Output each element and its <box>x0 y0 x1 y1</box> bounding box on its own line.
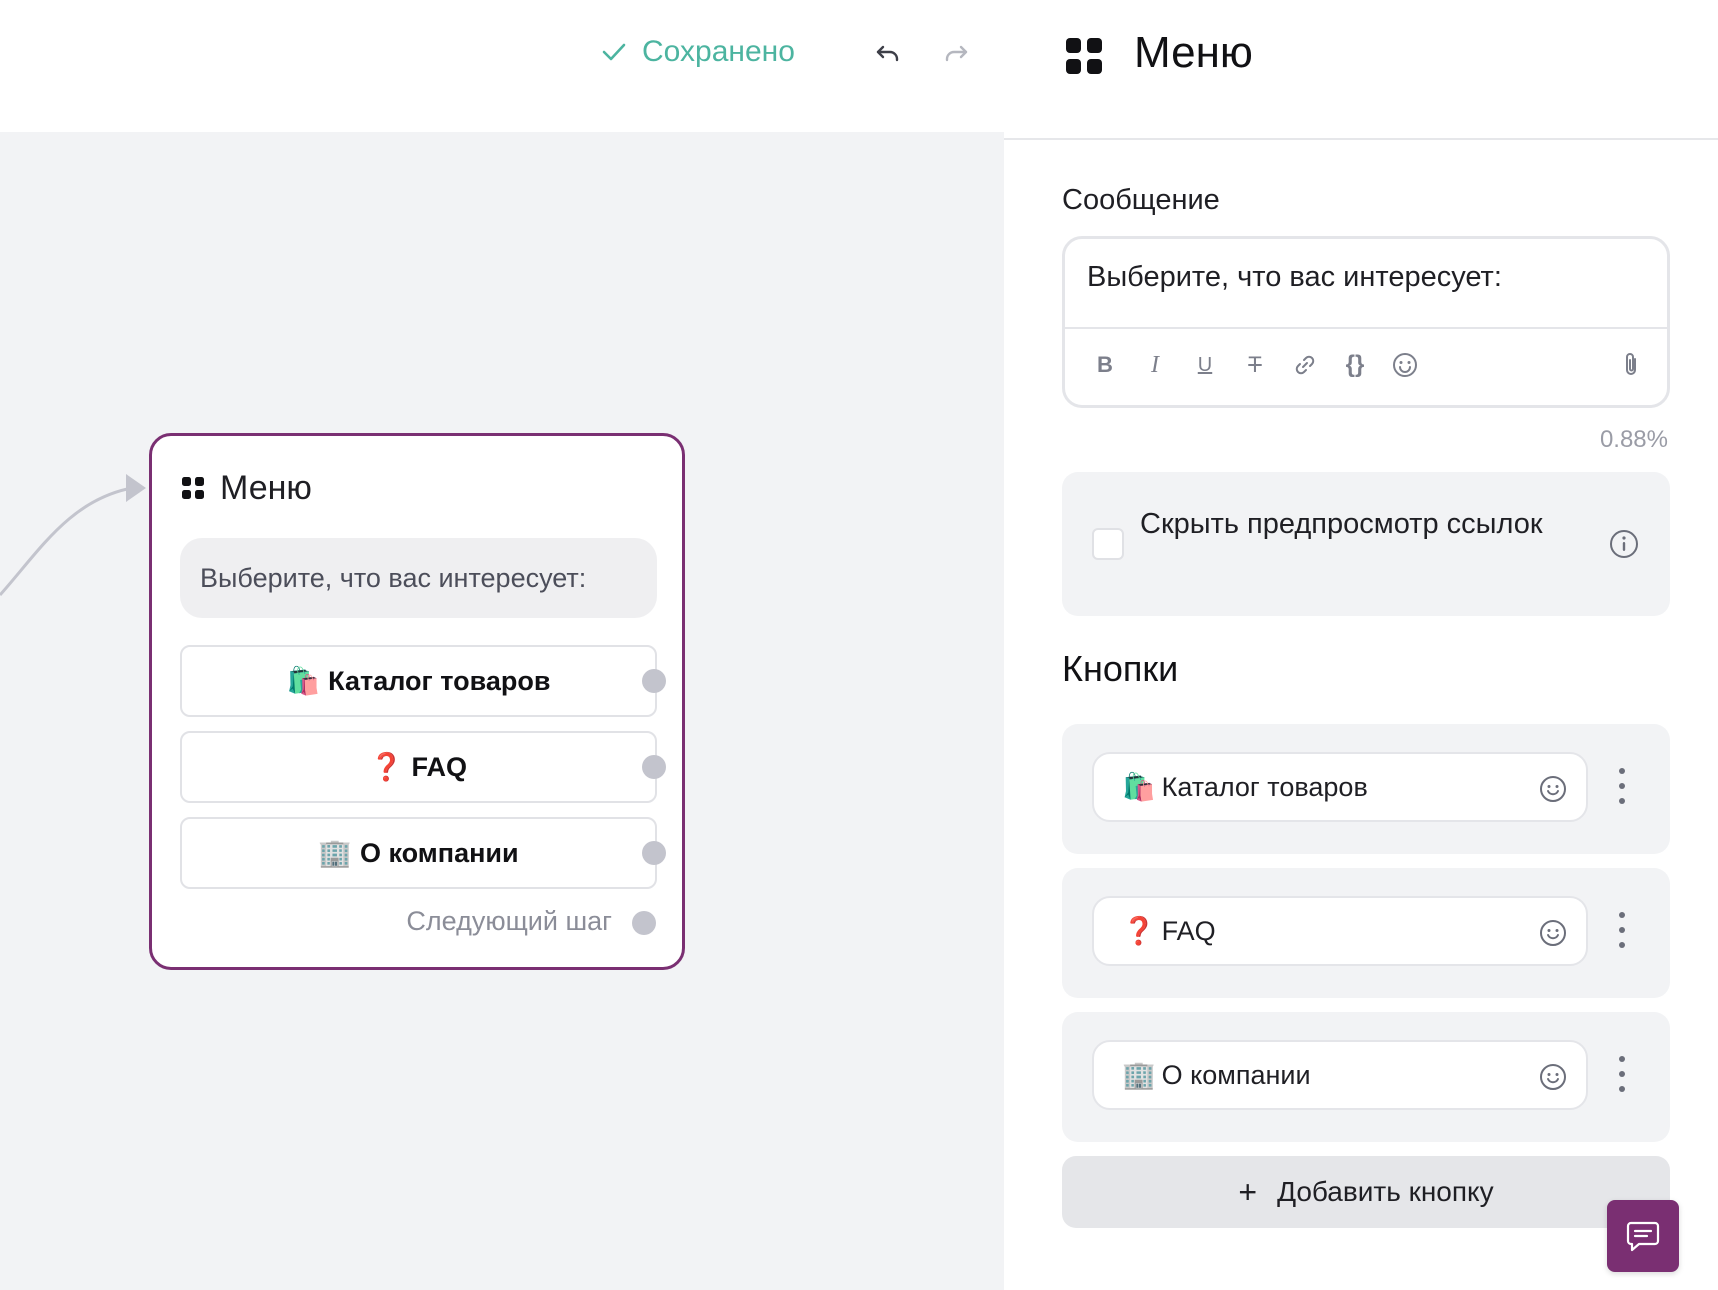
button-config-card: ❓ FAQ <box>1062 868 1670 998</box>
strikethrough-button[interactable]: T <box>1237 347 1273 383</box>
more-options-icon[interactable] <box>1612 912 1632 948</box>
node-button-faq[interactable]: ❓ FAQ <box>180 731 657 803</box>
emoji-button[interactable] <box>1387 347 1423 383</box>
output-port[interactable] <box>642 669 666 693</box>
node-button-about[interactable]: 🏢 О компании <box>180 817 657 889</box>
emoji-icon[interactable] <box>1538 918 1568 948</box>
menu-node[interactable]: Меню Выберите, что вас интересует: 🛍️ Ка… <box>149 433 685 970</box>
variable-button[interactable]: {} <box>1337 347 1373 383</box>
question-mark-icon: ❓ <box>369 752 404 782</box>
node-header: Меню <box>182 466 312 510</box>
node-button-label: FAQ <box>411 751 468 782</box>
node-title: Меню <box>220 468 312 507</box>
grid-icon <box>1066 38 1102 74</box>
office-building-icon: 🏢 <box>1122 1060 1156 1090</box>
node-button-label: Каталог товаров <box>328 665 551 696</box>
message-text[interactable]: Выберите, что вас интересует: <box>1087 261 1502 294</box>
question-mark-icon: ❓ <box>1122 916 1156 946</box>
settings-panel: Меню Сообщение Выберите, что вас интерес… <box>1004 0 1718 1290</box>
editor-topbar: Сохранено <box>0 0 1004 132</box>
emoji-icon <box>1393 353 1417 377</box>
shopping-bags-icon: 🛍️ <box>286 666 321 696</box>
button-config-card: 🛍️ Каталог товаров <box>1062 724 1670 854</box>
link-icon <box>1295 355 1315 375</box>
buttons-section-title: Кнопки <box>1062 648 1179 689</box>
node-button-catalog[interactable]: 🛍️ Каталог товаров <box>180 645 657 717</box>
button-config-card: 🏢 О компании <box>1062 1012 1670 1142</box>
output-port[interactable] <box>642 841 666 865</box>
more-options-icon[interactable] <box>1612 1056 1632 1092</box>
hide-preview-option: Скрыть предпросмотр ссылок <box>1062 472 1670 616</box>
emoji-icon[interactable] <box>1538 1062 1568 1092</box>
button-label-value: FAQ <box>1161 915 1216 946</box>
node-button-label: О компании <box>360 837 519 868</box>
attach-button[interactable] <box>1613 347 1649 383</box>
redo-button[interactable] <box>936 34 976 74</box>
chat-icon <box>1626 1221 1660 1252</box>
undo-icon <box>876 45 899 62</box>
redo-icon <box>945 45 968 62</box>
button-label-input[interactable]: 🛍️ Каталог товаров <box>1092 752 1588 822</box>
plus-icon: + <box>1238 1173 1258 1210</box>
message-label: Сообщение <box>1062 184 1220 216</box>
message-editor[interactable]: Выберите, что вас интересует: B I U T {} <box>1062 236 1670 408</box>
editor-divider <box>1065 327 1667 329</box>
saved-status-text: Сохранено <box>642 35 795 68</box>
office-building-icon: 🏢 <box>318 838 352 868</box>
panel-header: Меню <box>1004 0 1718 140</box>
add-button-button[interactable]: + Добавить кнопку <box>1062 1156 1670 1228</box>
shopping-bags-icon: 🛍️ <box>1122 772 1156 802</box>
info-icon[interactable] <box>1608 528 1640 560</box>
underline-button[interactable]: U <box>1187 347 1223 383</box>
add-button-label: Добавить кнопку <box>1277 1176 1494 1207</box>
button-label-input[interactable]: 🏢 О компании <box>1092 1040 1588 1110</box>
bold-button[interactable]: B <box>1087 347 1123 383</box>
grid-icon <box>182 477 204 499</box>
flow-canvas[interactable]: Сохранено Меню Выберите, что вас интерес… <box>0 0 1004 1290</box>
attachment-icon <box>1626 353 1636 375</box>
hide-preview-checkbox[interactable] <box>1092 528 1124 560</box>
node-message: Выберите, что вас интересует: <box>180 538 657 618</box>
undo-button[interactable] <box>868 34 908 74</box>
panel-title: Меню <box>1134 28 1253 77</box>
emoji-icon[interactable] <box>1538 774 1568 804</box>
flow-connector <box>0 474 146 596</box>
character-counter: 0.88% <box>1599 426 1668 453</box>
button-label-value: Каталог товаров <box>1161 771 1368 802</box>
link-button[interactable] <box>1287 347 1323 383</box>
italic-button[interactable]: I <box>1137 347 1173 383</box>
support-chat-button[interactable] <box>1607 1200 1679 1272</box>
button-label-value: О компании <box>1161 1059 1311 1090</box>
hide-preview-label[interactable]: Скрыть предпросмотр ссылок <box>1140 502 1560 546</box>
next-step-label: Следующий шаг <box>406 906 612 936</box>
button-label-input[interactable]: ❓ FAQ <box>1092 896 1588 966</box>
next-step-port[interactable] <box>632 911 656 935</box>
more-options-icon[interactable] <box>1612 768 1632 804</box>
saved-status: Сохранено <box>602 30 795 74</box>
check-icon <box>602 43 626 61</box>
output-port[interactable] <box>642 755 666 779</box>
